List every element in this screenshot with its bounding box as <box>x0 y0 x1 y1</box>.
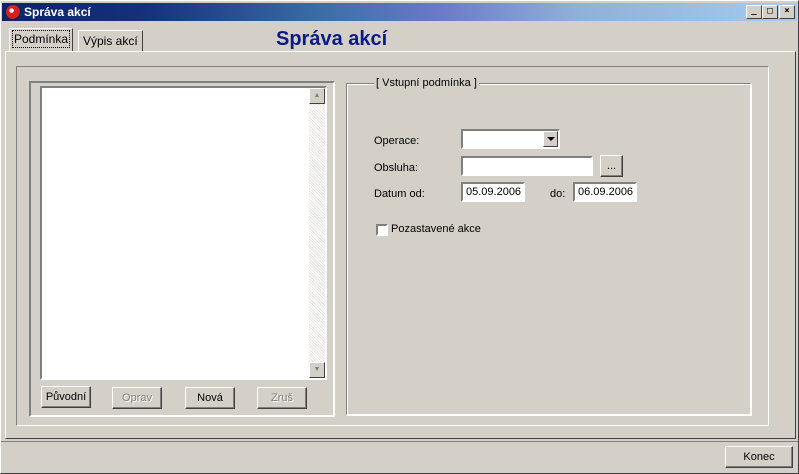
app-icon <box>6 5 20 19</box>
pozastavene-label[interactable]: Pozastavené akce <box>391 223 481 235</box>
chevron-down-icon[interactable] <box>543 131 558 147</box>
oprav-button[interactable]: Oprav <box>112 387 162 409</box>
tab-vypis-akci-label: Výpis akcí <box>83 34 138 48</box>
datum-do-value: 06.09.2006 <box>578 186 634 198</box>
obsluha-label: Obsluha: <box>374 162 419 174</box>
konec-button[interactable]: Konec <box>725 446 793 468</box>
pozastavene-checkbox[interactable] <box>376 224 388 236</box>
datum-od-input[interactable]: 05.09.2006 <box>461 182 525 202</box>
zrus-button[interactable]: Zruš <box>257 387 307 409</box>
tab-podminka[interactable]: Podmínka <box>9 28 74 51</box>
page-title: Správa akcí <box>276 28 388 50</box>
main-window: Správa akcí _ □ × Podmínka Výpis akcí Sp… <box>0 0 799 474</box>
operace-select[interactable] <box>461 129 560 149</box>
obsluha-input[interactable] <box>461 156 593 176</box>
datum-do-label: do: <box>550 188 566 200</box>
title-bar[interactable]: Správa akcí _ □ × <box>2 3 797 21</box>
action-list[interactable]: ▲ ▼ <box>40 86 327 380</box>
datum-do-input[interactable]: 06.09.2006 <box>573 182 637 202</box>
footer-divider <box>1 441 798 442</box>
operace-label: Operace: <box>374 135 420 147</box>
puvodni-button[interactable]: Původní <box>41 386 91 408</box>
list-scrollbar[interactable]: ▲ ▼ <box>309 88 325 378</box>
datum-od-label: Datum od: <box>374 188 425 200</box>
minimize-button[interactable]: _ <box>746 5 762 19</box>
maximize-button[interactable]: □ <box>762 5 778 19</box>
datum-od-value: 05.09.2006 <box>466 186 522 198</box>
obsluha-browse-button[interactable]: ... <box>600 155 623 177</box>
tab-podminka-label: Podmínka <box>11 30 71 48</box>
scroll-up-arrow-icon[interactable]: ▲ <box>309 88 325 104</box>
condition-legend: [ Vstupní podmínka ] <box>374 77 479 89</box>
tab-vypis-akci[interactable]: Výpis akcí <box>78 30 143 51</box>
window-title: Správa akcí <box>24 5 91 19</box>
nova-button[interactable]: Nová <box>185 387 235 409</box>
close-button[interactable]: × <box>779 5 795 19</box>
scroll-down-arrow-icon[interactable]: ▼ <box>309 362 325 378</box>
